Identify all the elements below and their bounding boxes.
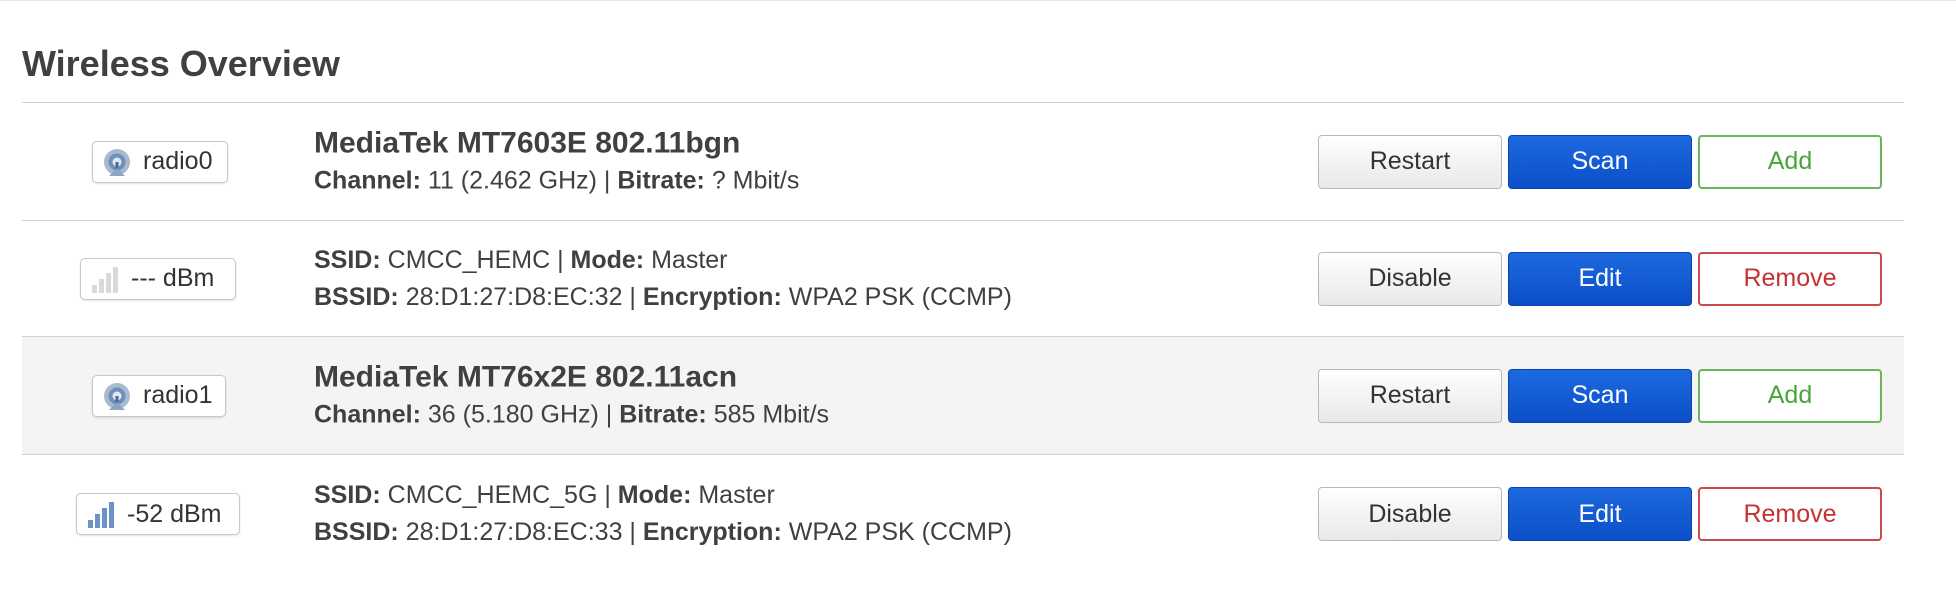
network-bssid-line: BSSID: 28:D1:27:D8:EC:32 | Encryption: W… [314, 282, 1012, 311]
bssid-label: BSSID: [314, 282, 399, 311]
add-button[interactable]: Add [1698, 134, 1882, 189]
signal-badge: --- dBm [80, 257, 236, 300]
network-actions: Disable Edit Remove [1318, 487, 1882, 541]
bssid-value: 28:D1:27:D8:EC:32 [405, 282, 623, 311]
channel-label: Channel: [314, 166, 421, 194]
edit-button[interactable]: Edit [1508, 487, 1692, 541]
bssid-label: BSSID: [314, 518, 399, 546]
device-details: Channel: 11 (2.462 GHz) | Bitrate: ? Mbi… [314, 166, 800, 194]
network-row-cmcc-hemc: --- dBm SSID: CMCC_HEMC | Mode: Master B… [22, 221, 1904, 337]
disable-button[interactable]: Disable [1318, 251, 1502, 306]
radio-label: radio1 [143, 381, 213, 409]
top-divider [0, 0, 1956, 1]
bitrate-label: Bitrate: [619, 400, 707, 428]
device-actions: Restart Scan Add [1318, 368, 1882, 423]
encryption-value: WPA2 PSK (CCMP) [788, 282, 1012, 311]
bitrate-label: Bitrate: [617, 166, 705, 194]
signal-label: --- dBm [131, 264, 215, 292]
wifi-radio-icon [101, 146, 133, 178]
channel-value: 36 (5.180 GHz) [427, 400, 599, 428]
radio-label: radio0 [143, 147, 213, 175]
ssid-label: SSID: [314, 245, 381, 274]
wifi-radio-icon [101, 380, 133, 412]
signal-label: -52 dBm [127, 499, 222, 528]
encryption-label: Encryption: [642, 518, 782, 546]
network-actions: Disable Edit Remove [1318, 251, 1882, 306]
mode-value: Master [651, 245, 728, 274]
wireless-overview-table: radio0 MediaTek MT7603E 802.11bgn Channe… [22, 102, 1904, 573]
channel-label: Channel: [314, 400, 421, 428]
restart-button[interactable]: Restart [1318, 134, 1502, 189]
ssid-label: SSID: [314, 481, 381, 509]
device-info: MediaTek MT7603E 802.11bgn Channel: 11 (… [314, 124, 799, 199]
device-details: Channel: 36 (5.180 GHz) | Bitrate: 585 M… [314, 400, 830, 428]
channel-value: 11 (2.462 GHz) [427, 166, 597, 194]
network-info: SSID: CMCC_HEMC_5G | Mode: Master BSSID:… [314, 477, 1012, 551]
mode-label: Mode: [617, 481, 692, 509]
device-row-radio1: radio1 MediaTek MT76x2E 802.11acn Channe… [22, 337, 1904, 455]
signal-empty-icon [89, 263, 121, 295]
device-name: MediaTek MT7603E 802.11bgn [314, 126, 741, 159]
device-row-radio0: radio0 MediaTek MT7603E 802.11bgn Channe… [22, 103, 1904, 221]
network-ssid-line: SSID: CMCC_HEMC | Mode: Master [314, 245, 728, 274]
network-row-cmcc-hemc-5g: -52 dBm SSID: CMCC_HEMC_5G | Mode: Maste… [22, 455, 1904, 573]
remove-button[interactable]: Remove [1698, 251, 1882, 306]
encryption-label: Encryption: [642, 282, 782, 311]
device-info: MediaTek MT76x2E 802.11acn Channel: 36 (… [314, 358, 829, 433]
network-info: SSID: CMCC_HEMC | Mode: Master BSSID: 28… [314, 242, 1012, 316]
device-name: MediaTek MT76x2E 802.11acn [314, 360, 738, 393]
scan-button[interactable]: Scan [1508, 134, 1692, 189]
edit-button[interactable]: Edit [1508, 251, 1692, 306]
mode-label: Mode: [570, 245, 645, 274]
bitrate-value: 585 Mbit/s [713, 400, 830, 428]
disable-button[interactable]: Disable [1318, 487, 1502, 541]
network-bssid-line: BSSID: 28:D1:27:D8:EC:33 | Encryption: W… [314, 518, 1012, 546]
remove-button[interactable]: Remove [1698, 487, 1882, 541]
ssid-value: CMCC_HEMC_5G [387, 481, 598, 509]
add-button[interactable]: Add [1698, 368, 1882, 423]
radio-badge: radio0 [92, 140, 228, 183]
bssid-value: 28:D1:27:D8:EC:33 [405, 518, 623, 546]
bitrate-value: ? Mbit/s [711, 166, 800, 194]
ssid-value: CMCC_HEMC [387, 245, 551, 274]
signal-badge: -52 dBm [76, 493, 240, 535]
page-title: Wireless Overview [22, 43, 340, 84]
encryption-value: WPA2 PSK (CCMP) [788, 518, 1012, 546]
restart-button[interactable]: Restart [1318, 368, 1502, 423]
mode-value: Master [698, 481, 775, 509]
signal-strong-icon [85, 498, 117, 530]
device-actions: Restart Scan Add [1318, 134, 1882, 189]
scan-button[interactable]: Scan [1508, 368, 1692, 423]
network-ssid-line: SSID: CMCC_HEMC_5G | Mode: Master [314, 481, 775, 509]
radio-badge: radio1 [92, 374, 226, 417]
